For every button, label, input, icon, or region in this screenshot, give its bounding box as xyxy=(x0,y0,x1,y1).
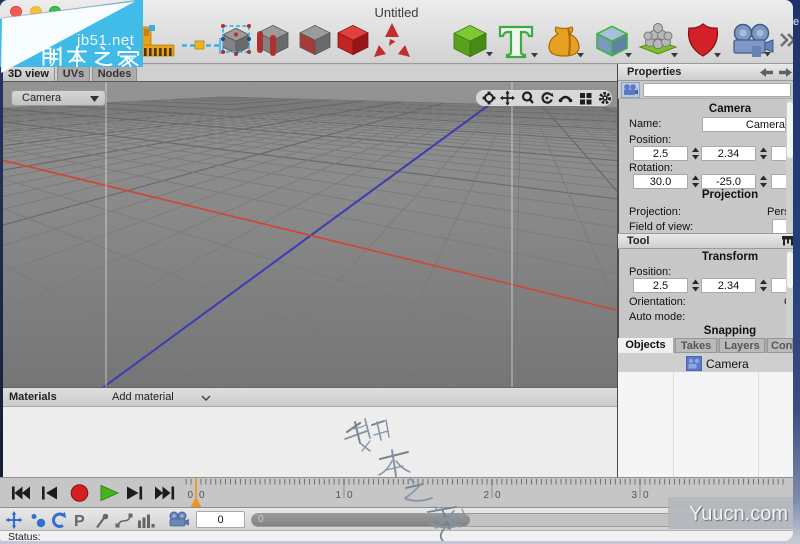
svg-text:0: 0 xyxy=(187,490,193,501)
svg-text:0: 0 xyxy=(495,490,501,501)
svg-text:P: P xyxy=(74,513,85,530)
svg-text:3: 3 xyxy=(631,490,637,501)
svg-text:0: 0 xyxy=(199,490,205,501)
svg-text:0: 0 xyxy=(643,490,649,501)
